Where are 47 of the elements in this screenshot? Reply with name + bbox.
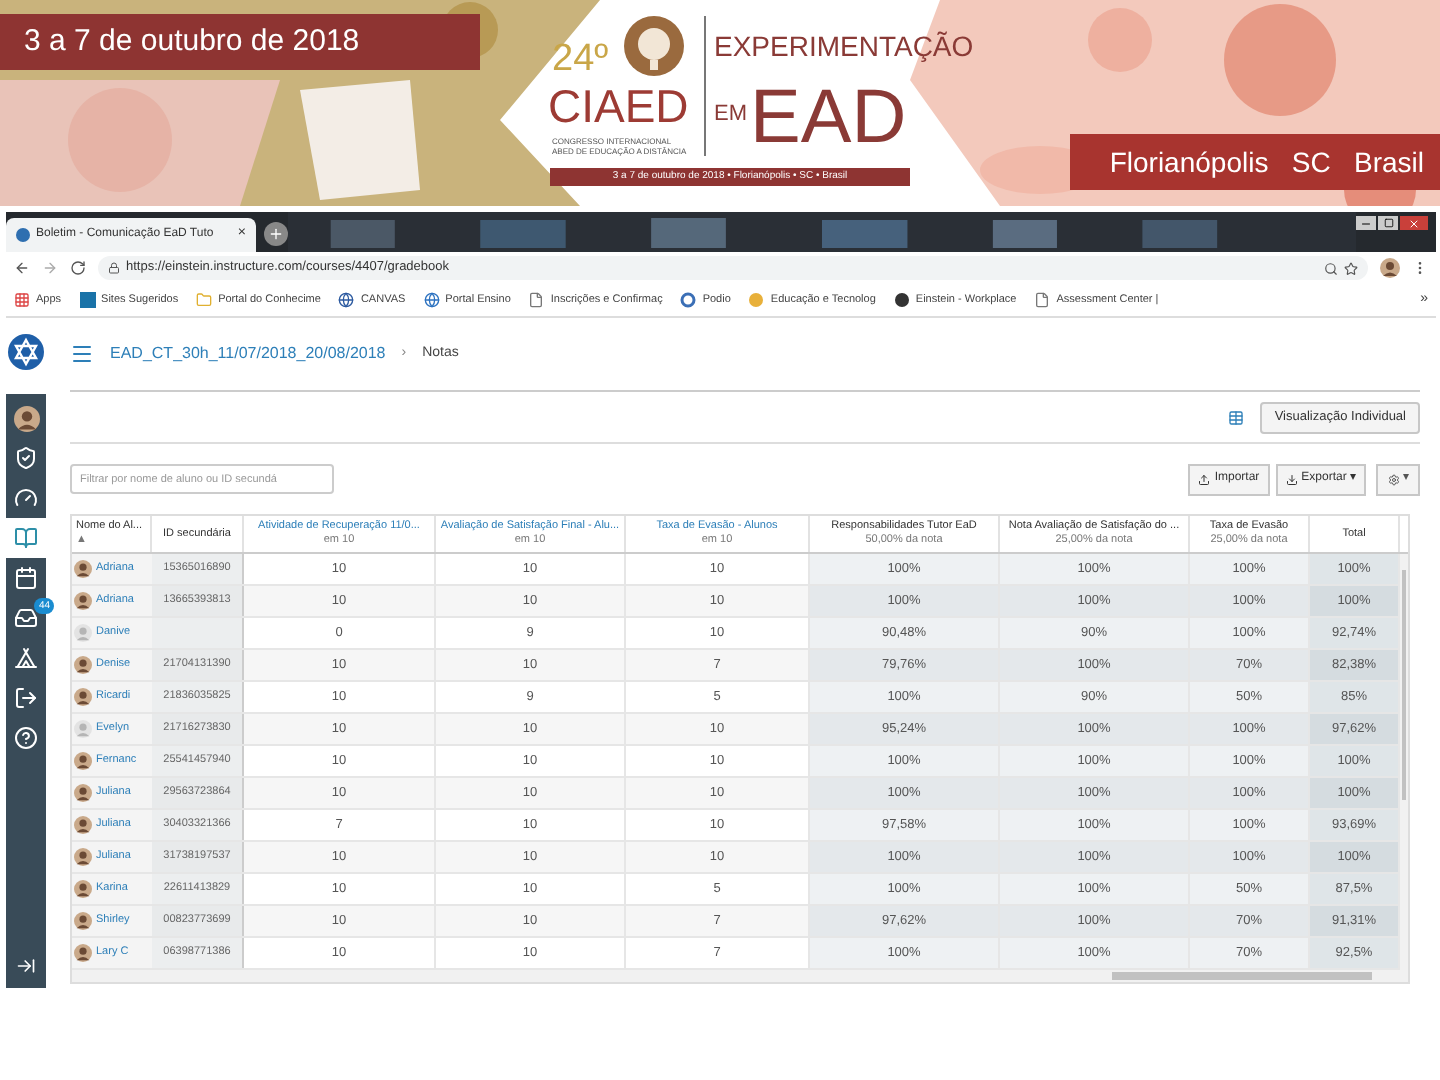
tent-icon (14, 646, 38, 670)
avatar-icon (13, 405, 39, 431)
ring-icon (680, 292, 697, 308)
new-tab-button[interactable] (264, 222, 288, 246)
upload-icon (1198, 473, 1211, 485)
menu-icon[interactable] (70, 342, 94, 366)
theme-ead: EAD (750, 80, 907, 156)
vertical-scrollbar[interactable] (1400, 554, 1408, 970)
maximize-icon (1383, 218, 1393, 228)
page-icon (1034, 292, 1051, 308)
collapse-icon[interactable] (16, 956, 36, 976)
back-icon[interactable] (14, 260, 30, 276)
star-icon[interactable] (1344, 261, 1358, 275)
course-link[interactable]: EAD_CT_30h_11/07/2018_20/08/2018 (110, 342, 386, 366)
logo-icon[interactable] (8, 334, 44, 370)
square-icon (79, 292, 96, 308)
close-button[interactable] (1400, 216, 1428, 230)
edition-number: 24º (552, 40, 609, 78)
minimize-button[interactable] (1356, 216, 1376, 230)
zoom-icon[interactable] (1324, 261, 1338, 275)
place-band: Florianópolis SC Brasil (1070, 134, 1440, 190)
reload-icon[interactable] (70, 260, 86, 276)
inbox-icon (14, 606, 38, 630)
theme-title: EXPERIMENTAÇÃO (714, 32, 974, 60)
book-icon (14, 526, 38, 550)
circle-icon (893, 292, 910, 308)
page-icon (528, 292, 545, 308)
theme-em: EM (714, 104, 747, 126)
date-band: 3 a 7 de outubro de 2018 (0, 14, 480, 70)
exit-arrow-icon (14, 686, 38, 710)
horizontal-scrollbar[interactable] (72, 970, 1408, 982)
avatar-icon (1380, 258, 1400, 278)
settings-icon (1387, 473, 1399, 485)
calendar-icon (14, 566, 38, 590)
gauge-icon (14, 486, 38, 510)
close-icon (1408, 217, 1420, 229)
lock-icon (108, 262, 120, 274)
maximize-button[interactable] (1378, 216, 1398, 230)
download-icon (1285, 473, 1298, 485)
folder-icon (196, 292, 213, 308)
shield-icon (14, 446, 38, 470)
plus-icon (268, 226, 284, 242)
minimize-icon (1360, 217, 1372, 229)
congress-acronym: CIAED (548, 84, 689, 130)
grid-icon[interactable] (1228, 409, 1245, 425)
apps-grid-icon (14, 292, 30, 308)
help-icon (14, 726, 38, 750)
